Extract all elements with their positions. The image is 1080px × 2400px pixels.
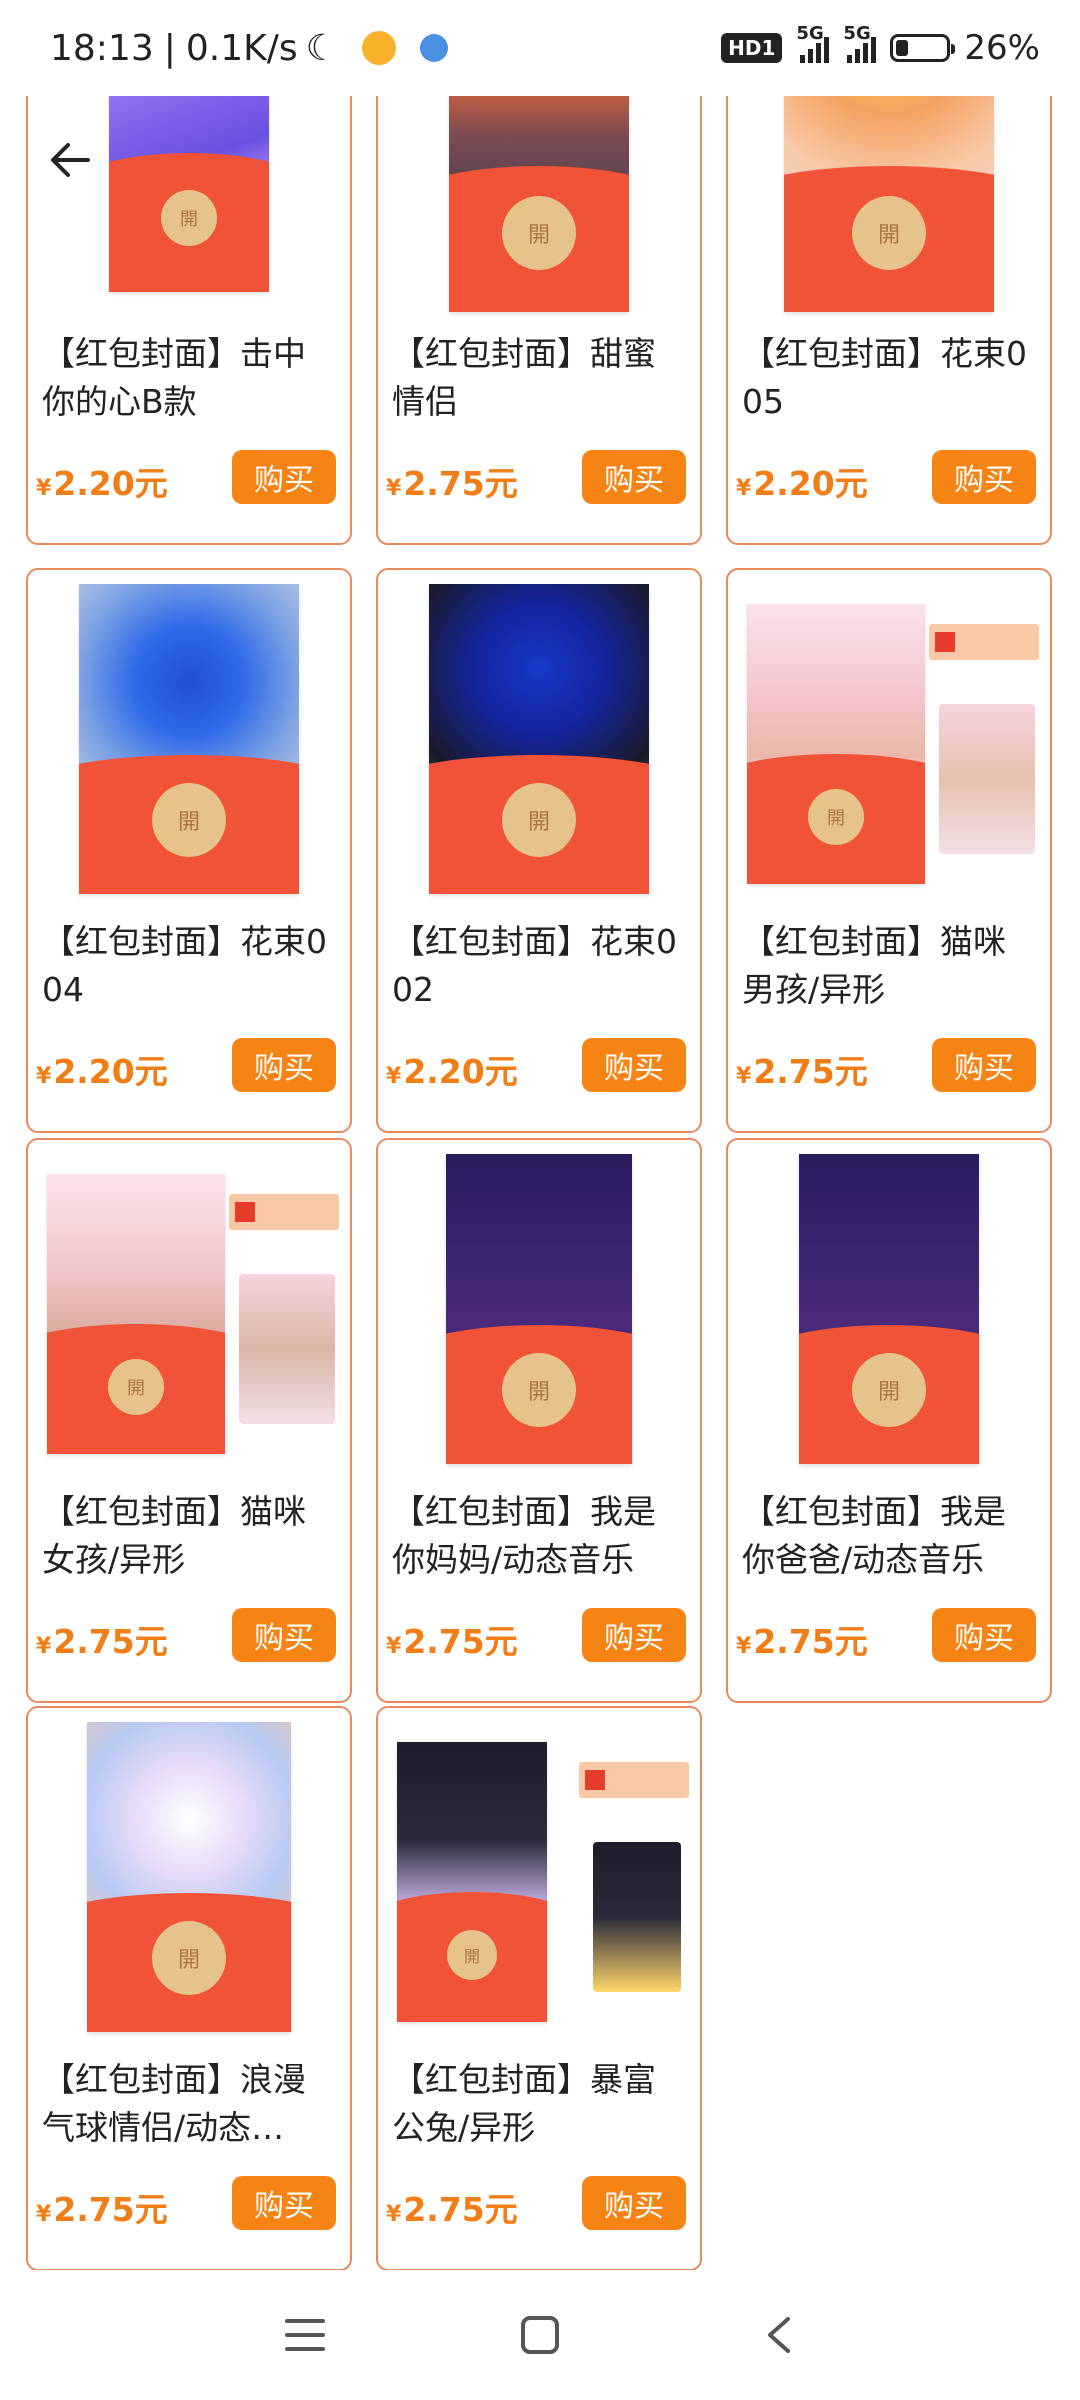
- product-thumbnail: 開: [28, 1140, 350, 1480]
- open-seal-icon: 開: [447, 1929, 497, 1980]
- open-seal-icon: 開: [108, 1358, 164, 1415]
- product-thumbnail: 開: [378, 1708, 700, 2048]
- navigation-bar: [0, 2270, 1080, 2400]
- back-chevron-icon: [768, 2317, 790, 2353]
- open-seal-icon: 開: [502, 1352, 576, 1427]
- product-title: 【红包封面】击中你的心B款: [42, 334, 306, 421]
- red-envelope-preview: 開: [39, 1154, 339, 1464]
- product-thumbnail: 開: [28, 1708, 350, 2048]
- product-thumbnail: 開: [378, 1140, 700, 1480]
- product-card[interactable]: 開 【红包封面】我是你爸爸/动态音乐 ¥2.75元 购买: [726, 1138, 1052, 1703]
- signal-icon: 5G: [796, 23, 830, 63]
- signal-icon: 5G: [843, 23, 877, 63]
- product-price: ¥2.75元: [386, 464, 518, 503]
- product-title: 【红包封面】我是你爸爸/动态音乐: [742, 1492, 1006, 1579]
- product-price: ¥2.20元: [386, 1052, 518, 1091]
- back-arrow-icon: [51, 143, 90, 177]
- product-title: 【红包封面】暴富公兔/异形: [392, 2060, 656, 2147]
- buy-button[interactable]: 购买: [932, 1038, 1036, 1092]
- open-seal-icon: 開: [852, 1352, 926, 1427]
- product-thumbnail: 開: [728, 1140, 1050, 1480]
- product-title: 【红包封面】花束005: [742, 334, 1027, 421]
- product-price: ¥2.75元: [36, 1622, 168, 1661]
- product-card[interactable]: 開 【红包封面】花束002 ¥2.20元 购买: [376, 568, 702, 1133]
- product-thumbnail: 開: [728, 570, 1050, 910]
- product-card[interactable]: 開 【红包封面】我是你妈妈/动态音乐 ¥2.75元 购买: [376, 1138, 702, 1703]
- buy-button[interactable]: 购买: [232, 2176, 336, 2230]
- product-price: ¥2.75元: [36, 2190, 168, 2229]
- product-price: ¥2.75元: [736, 1052, 868, 1091]
- product-thumbnail: 開: [378, 570, 700, 910]
- buy-button[interactable]: 购买: [582, 1608, 686, 1662]
- product-title: 【红包封面】猫咪女孩/异形: [42, 1492, 306, 1579]
- product-title: 【红包封面】浪漫气球情侣/动态…: [42, 2060, 306, 2147]
- buy-button[interactable]: 购买: [232, 1608, 336, 1662]
- product-title: 【红包封面】花束004: [42, 922, 327, 1009]
- open-seal-icon: 開: [152, 1920, 226, 1995]
- red-envelope-cover: 開: [747, 604, 925, 884]
- open-seal-icon: 開: [502, 195, 576, 270]
- product-card[interactable]: 開 【红包封面】花束004 ¥2.20元 购买: [26, 568, 352, 1133]
- product-title: 【红包封面】甜蜜情侣: [392, 334, 656, 421]
- product-price: ¥2.75元: [736, 1622, 868, 1661]
- red-envelope-cover: 開: [799, 1154, 979, 1464]
- buy-button[interactable]: 购买: [582, 450, 686, 504]
- battery-icon: [890, 34, 956, 62]
- menu-icon: [285, 2319, 325, 2351]
- buy-button[interactable]: 购买: [582, 1038, 686, 1092]
- red-envelope-cover: 開: [79, 584, 299, 894]
- moon-icon: ☾: [305, 27, 338, 69]
- open-seal-icon: 開: [152, 782, 226, 857]
- product-title: 【红包封面】花束002: [392, 922, 677, 1009]
- product-price: ¥2.20元: [36, 464, 168, 503]
- notification-app-icon: [419, 34, 448, 62]
- red-envelope-cover: 開: [87, 1722, 291, 2032]
- product-price: ¥2.20元: [736, 464, 868, 503]
- product-card[interactable]: 開 【红包封面】暴富公兔/异形 ¥2.75元 购买: [376, 1706, 702, 2271]
- side-preview: [579, 1722, 689, 2002]
- battery-percent: 26%: [964, 28, 1040, 68]
- open-seal-icon: 開: [852, 195, 926, 270]
- product-title: 【红包封面】我是你妈妈/动态音乐: [392, 1492, 656, 1579]
- red-envelope-cover: 開: [47, 1174, 225, 1454]
- open-seal-icon: 開: [502, 782, 576, 857]
- back-button[interactable]: [40, 130, 100, 190]
- network-speed: 0.1K/s: [185, 27, 298, 69]
- status-bar: 18:13 | 0.1K/s ☾ HD1 5G 5G 26%: [0, 0, 1080, 96]
- red-envelope-cover: 開: [397, 1742, 547, 2022]
- red-envelope-preview: 開: [739, 584, 1039, 894]
- side-preview: [229, 1154, 339, 1434]
- red-envelope-cover: 開: [429, 584, 649, 894]
- buy-button[interactable]: 购买: [232, 1038, 336, 1092]
- menu-button[interactable]: [270, 2300, 340, 2370]
- product-price: ¥2.75元: [386, 1622, 518, 1661]
- buy-button[interactable]: 购买: [232, 450, 336, 504]
- red-envelope-preview: 開: [389, 1722, 689, 2032]
- notification-app-icon: [361, 31, 396, 65]
- buy-button[interactable]: 购买: [582, 2176, 686, 2230]
- product-title: 【红包封面】猫咪男孩/异形: [742, 922, 1006, 1009]
- home-button[interactable]: [505, 2300, 575, 2370]
- red-envelope-cover: 開: [446, 1154, 632, 1464]
- product-card[interactable]: 開 【红包封面】浪漫气球情侣/动态… ¥2.75元 购买: [26, 1706, 352, 2271]
- nav-back-button[interactable]: [745, 2300, 815, 2370]
- product-thumbnail: 開: [28, 570, 350, 910]
- home-square-icon: [521, 2316, 559, 2354]
- product-price: ¥2.20元: [36, 1052, 168, 1091]
- hd-badge: HD1: [721, 33, 783, 63]
- product-price: ¥2.75元: [386, 2190, 518, 2229]
- status-time: 18:13: [50, 27, 154, 69]
- product-card[interactable]: 開 【红包封面】猫咪女孩/异形 ¥2.75元 购买: [26, 1138, 352, 1703]
- buy-button[interactable]: 购买: [932, 450, 1036, 504]
- product-card[interactable]: 開 【红包封面】猫咪男孩/异形 ¥2.75元 购买: [726, 568, 1052, 1133]
- status-separator: |: [163, 27, 176, 69]
- open-seal-icon: 開: [161, 189, 217, 246]
- buy-button[interactable]: 购买: [932, 1608, 1036, 1662]
- product-grid: 開 【红包封面】击中你的心B款 ¥2.20元 购买 開 【红包封面】甜蜜情侣 ¥…: [0, 0, 1080, 2400]
- side-preview: [929, 584, 1039, 864]
- open-seal-icon: 開: [808, 788, 864, 845]
